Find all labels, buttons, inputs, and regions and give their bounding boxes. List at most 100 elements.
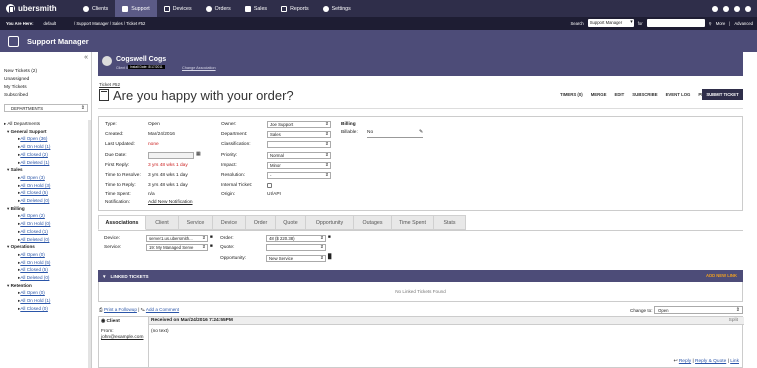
edit-button[interactable]: EDIT <box>614 92 624 97</box>
impact-select[interactable]: Minor <box>267 162 331 169</box>
nav-clients[interactable]: Clients <box>76 0 115 17</box>
sidebar-item-subscribed[interactable]: Subscribed <box>4 92 37 100</box>
tab-associations[interactable]: Associations <box>98 215 146 230</box>
change-association-link[interactable]: Change Association <box>182 66 216 70</box>
owner-select[interactable]: Joe Support <box>267 121 331 128</box>
tab-stats[interactable]: Stats <box>434 215 466 230</box>
nav-sales[interactable]: Sales <box>238 0 274 17</box>
tree-group-sales[interactable]: Sales <box>4 166 88 174</box>
reply-quote-link[interactable]: Reply & Quote <box>695 359 726 364</box>
tab-outages[interactable]: Outages <box>354 215 392 230</box>
search-icon[interactable]: ⚲ <box>709 21 712 26</box>
device-link-icon[interactable]: ■ <box>210 235 213 240</box>
advanced-link[interactable]: Advanced <box>734 21 753 26</box>
resolution-select[interactable]: - <box>267 172 331 179</box>
tree-all-departments[interactable]: All Departments <box>4 120 88 128</box>
nav-reports[interactable]: Reports <box>274 0 316 17</box>
tab-time-spent[interactable]: Time Spent <box>392 215 434 230</box>
sidebar-scrollbar[interactable] <box>88 120 91 368</box>
more-link[interactable]: More <box>716 21 726 26</box>
merge-button[interactable]: MERGE <box>591 92 607 97</box>
from-email[interactable]: john@example.com <box>101 335 143 340</box>
tab-device[interactable]: Device <box>213 215 246 230</box>
add-new-link-button[interactable]: ADD NEW LINK <box>706 273 737 278</box>
order-select[interactable]: 48 ($ 220.38) <box>266 235 326 242</box>
edit-pencil-icon[interactable]: ✎ <box>419 129 423 135</box>
tree-link[interactable]: All On Hold (1) <box>4 297 88 305</box>
subscribe-button[interactable]: SUBSCRIBE <box>632 92 657 97</box>
tab-opportunity[interactable]: Opportunity <box>306 215 354 230</box>
tree-group-operations[interactable]: Operations <box>4 243 88 251</box>
nav-orders[interactable]: Orders <box>199 0 238 17</box>
tree-link[interactable]: All Deleted (1) <box>4 159 88 167</box>
due-date-input[interactable] <box>148 152 194 159</box>
order-link-icon[interactable]: ■ <box>328 235 331 240</box>
tree-link[interactable]: All Open (2) <box>4 212 88 220</box>
add-comment-link[interactable]: Add a Comment <box>146 307 179 312</box>
tree-link[interactable]: All On Hold (3) <box>4 182 88 190</box>
search-input[interactable] <box>646 19 705 27</box>
tree-link[interactable]: All Closed (1) <box>4 228 88 236</box>
nav-settings[interactable]: Settings <box>316 0 358 17</box>
sidebar-item-my-tickets[interactable]: My Tickets <box>4 84 37 92</box>
tab-client[interactable]: Client <box>146 215 179 230</box>
tab-order[interactable]: Order <box>246 215 276 230</box>
tree-group-billing[interactable]: Billing <box>4 205 88 213</box>
tree-link[interactable]: All Closed (5) <box>4 189 88 197</box>
reply-link[interactable]: Reply <box>679 359 691 364</box>
service-select[interactable]: 19: My Managed Serve <box>146 244 208 251</box>
collapse-sidebar-icon[interactable]: « <box>84 54 88 61</box>
tree-link[interactable]: All Open (0) <box>4 251 88 259</box>
submit-ticket-button[interactable]: SUBMIT TICKET <box>702 89 743 100</box>
sidebar-item-unassigned[interactable]: Unassigned <box>4 76 37 84</box>
ticket-number[interactable]: Ticket #52 <box>99 82 120 87</box>
gear-icon[interactable] <box>734 5 740 12</box>
nav-support[interactable]: Support <box>115 0 157 17</box>
tree-link[interactable]: All On Hold (0) <box>4 220 88 228</box>
chevron-down-icon[interactable]: ▼ <box>102 274 107 279</box>
tree-link[interactable]: All Deleted (0) <box>4 197 88 205</box>
tree-link[interactable]: All Closed (0) <box>4 305 88 313</box>
tree-link[interactable]: All Closed (5) <box>4 266 88 274</box>
sidebar-item-new-tickets[interactable]: New Tickets (2) <box>4 68 37 76</box>
help-icon[interactable] <box>723 5 729 12</box>
calendar-icon[interactable]: ▦ <box>196 152 201 157</box>
tree-link[interactable]: All Closed (2) <box>4 151 88 159</box>
search-scope-select[interactable]: Support Manager <box>587 19 634 27</box>
user-icon[interactable] <box>745 5 751 12</box>
tab-quote[interactable]: Quote <box>276 215 306 230</box>
tree-link[interactable]: All Deleted (0) <box>4 274 88 282</box>
timers-button[interactable]: TIMERS (0) <box>560 92 583 97</box>
classification-select[interactable] <box>267 141 331 148</box>
device-select[interactable]: server1.us.ubersmith... <box>146 235 208 242</box>
department-select[interactable]: Sales <box>267 131 331 138</box>
notifications-icon[interactable] <box>712 5 718 12</box>
breadcrumb[interactable]: / Support Manager / Sales / Ticket #52 <box>74 21 145 26</box>
logo[interactable]: ubersmith <box>6 4 76 13</box>
opportunity-stats-icon[interactable]: ▉ <box>328 255 332 260</box>
change-to-select[interactable]: Open <box>654 306 743 314</box>
tree-link[interactable]: All Deleted (0) <box>4 236 88 244</box>
tree-group-retention[interactable]: Retention <box>4 282 88 290</box>
internal-ticket-checkbox[interactable] <box>267 183 272 188</box>
service-link-icon[interactable]: ■ <box>210 244 213 249</box>
event-log-button[interactable]: EVENT LOG <box>666 92 691 97</box>
print-followup-link[interactable]: Print a Followup <box>104 307 137 312</box>
nav-devices[interactable]: Devices <box>157 0 199 17</box>
link-link[interactable]: Link <box>730 359 739 364</box>
tree-link[interactable]: All On Hold (5) <box>4 259 88 267</box>
opportunity-select[interactable]: New Service <box>266 255 326 262</box>
you-are-here-value[interactable]: default <box>43 21 56 26</box>
add-notification-link[interactable]: Add New Notification <box>148 200 193 205</box>
departments-select[interactable]: DEPARTMENTS <box>4 104 88 112</box>
tab-service[interactable]: Service <box>179 215 213 230</box>
split-button[interactable]: Split <box>729 318 738 323</box>
tree-link[interactable]: All On Hold (1) <box>4 143 88 151</box>
priority-select[interactable]: Normal <box>267 152 331 159</box>
tree-group-general-support[interactable]: General Support <box>4 128 88 136</box>
quote-select[interactable] <box>266 244 326 251</box>
tree-link[interactable]: All Open (0) <box>4 289 88 297</box>
tree-link[interactable]: All Open (36) <box>4 135 88 143</box>
tree-link[interactable]: All Open (3) <box>4 174 88 182</box>
company-name[interactable]: Cogswell Cogs <box>116 56 166 63</box>
